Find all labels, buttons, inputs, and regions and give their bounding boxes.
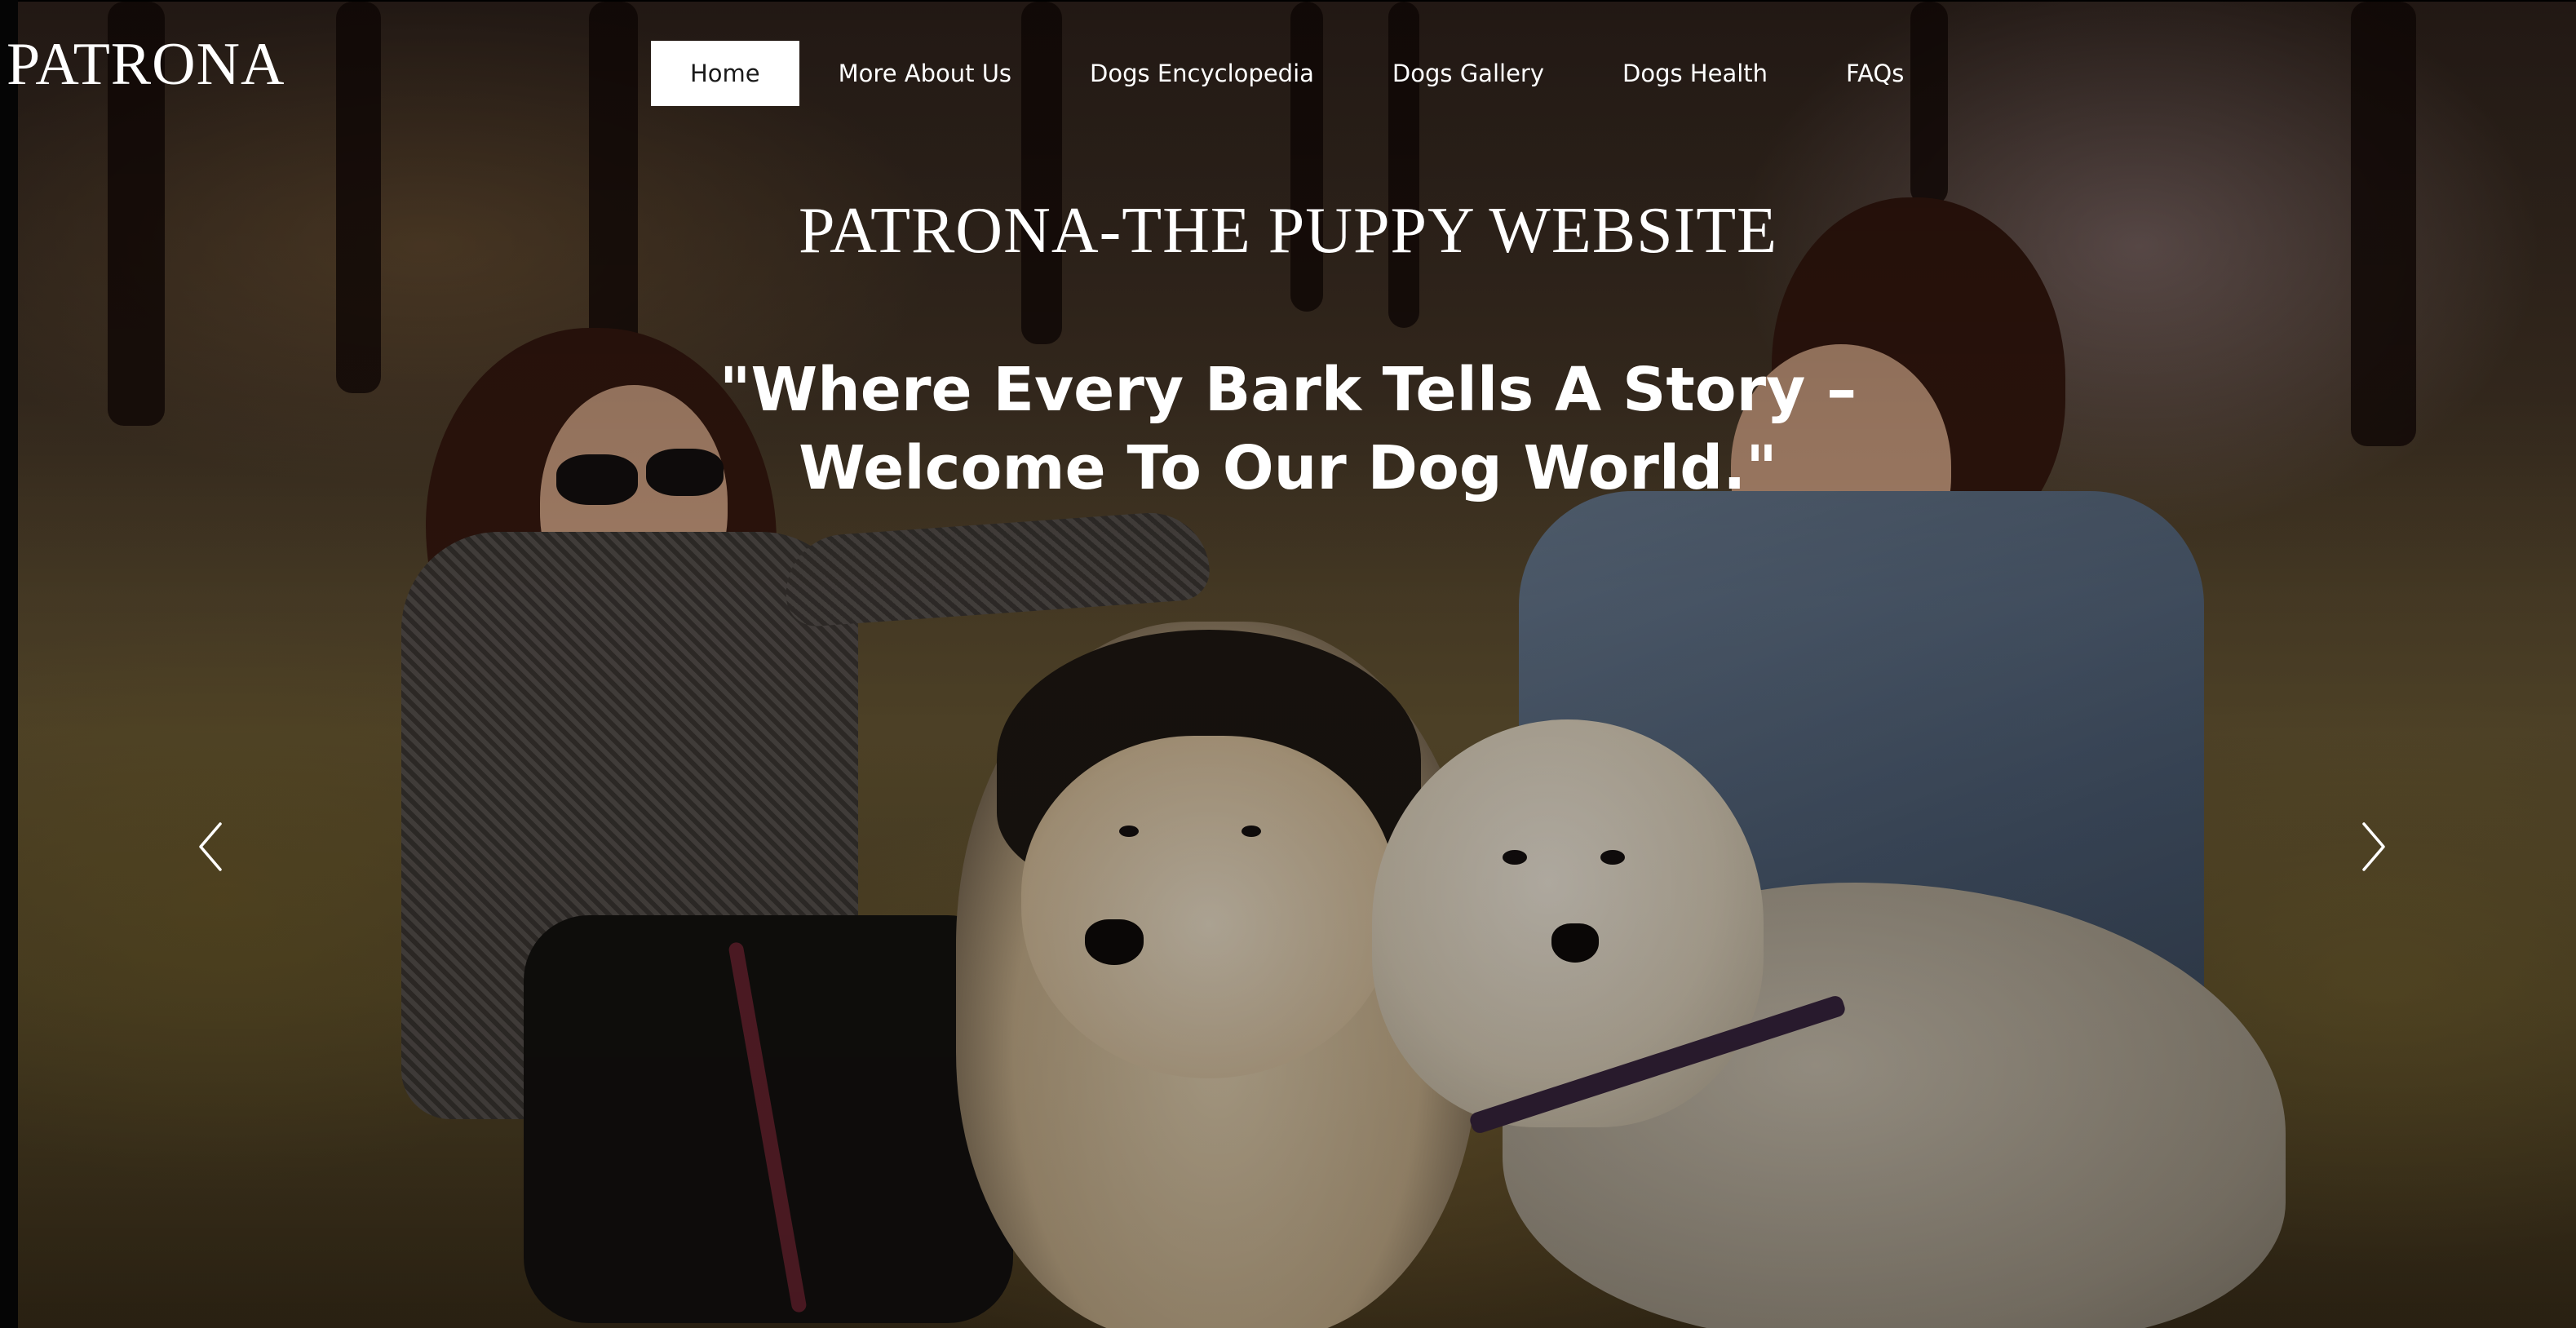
- nav-item-dogs-encyclopedia[interactable]: Dogs Encyclopedia: [1051, 41, 1353, 106]
- chevron-left-icon: [199, 822, 222, 871]
- nav-item-home[interactable]: Home: [651, 41, 799, 106]
- chevron-right-icon: [2362, 822, 2385, 871]
- carousel-prev-button[interactable]: [194, 816, 227, 878]
- nav-item-dogs-health[interactable]: Dogs Health: [1583, 41, 1807, 106]
- page: PATRONA Home More About Us Dogs Encyclop…: [0, 0, 2576, 1328]
- hero-title: PATRONA-THE PUPPY WEBSITE: [799, 195, 1777, 267]
- carousel-next-button[interactable]: [2357, 816, 2390, 878]
- main-nav: Home More About Us Dogs Encyclopedia Dog…: [651, 41, 1943, 106]
- nav-item-more-about-us[interactable]: More About Us: [799, 41, 1051, 106]
- site-logo[interactable]: PATRONA: [7, 34, 285, 95]
- nav-item-faqs[interactable]: FAQs: [1807, 41, 1943, 106]
- nav-item-dogs-gallery[interactable]: Dogs Gallery: [1353, 41, 1583, 106]
- hero-tagline: "Where Every Bark Tells A Story – Welcom…: [719, 355, 1857, 503]
